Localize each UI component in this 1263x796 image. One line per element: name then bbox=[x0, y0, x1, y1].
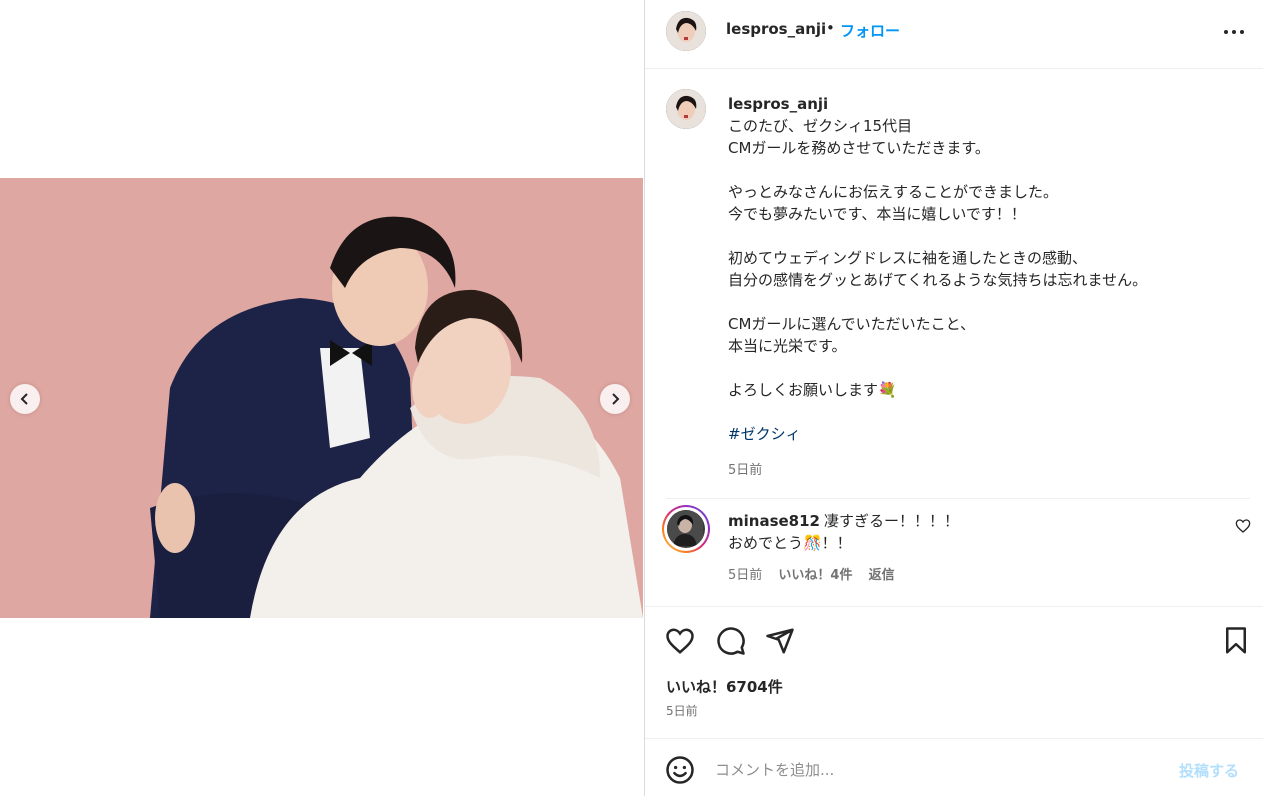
caption-line: 自分の感情をグッとあげてくれるような気持ちは忘れません。 bbox=[728, 271, 1148, 289]
divider bbox=[645, 606, 1263, 607]
comment-icon[interactable] bbox=[716, 626, 746, 656]
commenter-avatar-picture bbox=[667, 510, 703, 546]
caption-line: やっとみなさんにお伝えすることができました。 bbox=[728, 183, 1059, 201]
send-icon[interactable] bbox=[765, 626, 795, 656]
commenter-username[interactable]: minase812 bbox=[728, 512, 820, 530]
comment-timestamp[interactable]: 5日前 bbox=[728, 568, 762, 583]
comment-likes[interactable]: いいね！4件 bbox=[778, 568, 852, 583]
caption-line bbox=[728, 159, 1248, 181]
divider bbox=[666, 498, 1250, 499]
author-username[interactable]: lespros_anji bbox=[726, 20, 826, 38]
comment-text-line2: おめでとう🎊！！ bbox=[728, 534, 852, 552]
author-avatar-image bbox=[666, 11, 706, 51]
caption-line: 初めてウェディングドレスに袖を通したときの感動、 bbox=[728, 249, 1087, 267]
caption-line: CMガールを務めさせていただきます。 bbox=[728, 139, 990, 157]
caption-timestamp[interactable]: 5日前 bbox=[728, 459, 762, 478]
bookmark-icon[interactable] bbox=[1221, 626, 1251, 656]
caption-line bbox=[728, 291, 1248, 313]
comment-like-heart-icon[interactable] bbox=[1235, 518, 1251, 534]
carousel-prev-button[interactable] bbox=[10, 384, 40, 414]
chevron-right-icon bbox=[612, 393, 620, 405]
commenter-avatar-image bbox=[667, 510, 705, 548]
caption-line: 本当に光栄です。 bbox=[728, 337, 847, 355]
caption-line bbox=[728, 401, 1248, 423]
caption-line: CMガールに選んでいただいたこと、 bbox=[728, 315, 976, 333]
comment-text-line1: 凄すぎるー！！！！ bbox=[824, 512, 960, 530]
caption-line: 今でも夢みたいです、本当に嬉しいです！！ bbox=[728, 205, 1026, 223]
hashtag-link[interactable]: #ゼクシィ bbox=[728, 423, 1248, 445]
author-avatar[interactable] bbox=[666, 11, 706, 51]
post-header: lespros_anji • フォロー bbox=[645, 0, 1263, 69]
carousel-next-button[interactable] bbox=[600, 384, 630, 414]
divider bbox=[645, 738, 1263, 739]
post-timestamp[interactable]: 5日前 bbox=[666, 702, 698, 719]
likes-count[interactable]: いいね！6704件 bbox=[666, 676, 783, 697]
caption-author-avatar-image bbox=[666, 89, 706, 129]
caption-author-avatar[interactable] bbox=[666, 89, 706, 129]
heart-icon[interactable] bbox=[665, 626, 695, 656]
caption-username[interactable]: lespros_anji bbox=[728, 93, 1248, 115]
emoji-icon[interactable] bbox=[665, 755, 695, 785]
comment: minase812 凄すぎるー！！！！ おめでとう🎊！！ bbox=[728, 510, 959, 554]
commenter-avatar[interactable] bbox=[662, 505, 710, 553]
media-pane bbox=[0, 0, 644, 796]
comment-meta: 5日前 いいね！4件 返信 bbox=[728, 564, 907, 583]
comment-reply-button[interactable]: 返信 bbox=[869, 568, 895, 583]
caption-line bbox=[728, 357, 1248, 379]
wedding-photo-illustration bbox=[0, 178, 643, 618]
separator-dot: • bbox=[826, 19, 835, 37]
add-comment-input[interactable] bbox=[715, 756, 1155, 784]
chevron-left-icon bbox=[20, 393, 28, 405]
commenter-avatar-ring bbox=[664, 507, 708, 551]
post-side-panel: lespros_anji • フォロー lespros_anji このたび、ゼク… bbox=[644, 0, 1263, 796]
post-comment-button[interactable]: 投稿する bbox=[1179, 760, 1239, 781]
caption-line: よろしくお願いします💐 bbox=[728, 381, 897, 399]
post-photo[interactable] bbox=[0, 178, 643, 618]
caption-line: このたび、ゼクシィ15代目 bbox=[728, 117, 913, 135]
more-horizontal-icon[interactable] bbox=[1221, 22, 1247, 42]
follow-button[interactable]: フォロー bbox=[840, 20, 900, 41]
caption-line bbox=[728, 225, 1248, 247]
post-caption: lespros_anji このたび、ゼクシィ15代目 CMガールを務めさせていた… bbox=[728, 93, 1248, 445]
